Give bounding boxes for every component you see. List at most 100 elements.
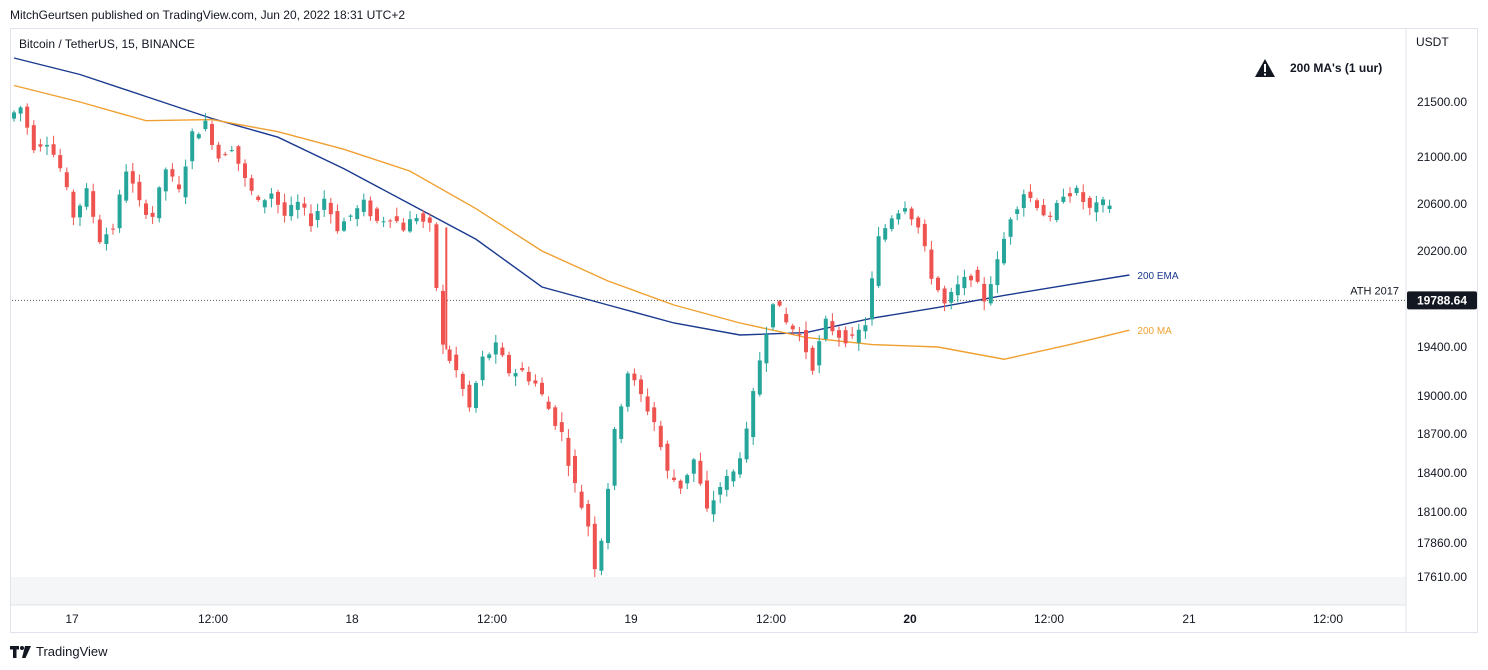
y-tick-label: 19000.00 [1417, 389, 1467, 403]
candle-body [625, 373, 630, 407]
x-tick-label: 21 [1182, 612, 1196, 626]
x-tick-label: 20 [903, 612, 917, 626]
candle-body [975, 269, 980, 282]
candle-body [691, 459, 696, 474]
candle-body [889, 218, 894, 229]
candle-body [144, 203, 148, 215]
candle-body [619, 406, 624, 439]
chart-bottom-band [11, 577, 1406, 605]
candle-body [295, 201, 300, 210]
candle-body [665, 443, 670, 471]
candle-body [157, 187, 162, 219]
candle-body [520, 368, 525, 371]
candle-body [104, 234, 109, 245]
candle-body [348, 215, 353, 217]
tradingview-logo-icon [10, 645, 31, 658]
candle-body [698, 460, 703, 484]
candle-body [1008, 219, 1013, 237]
candle-body [513, 373, 518, 377]
y-tick-label: 18700.00 [1417, 427, 1467, 441]
candle-body [843, 330, 848, 344]
candle-body [315, 211, 320, 221]
candle-body [916, 217, 921, 228]
candle-body [38, 144, 43, 147]
indicator-label: 200 MA [1137, 326, 1172, 337]
candle-body [573, 455, 577, 484]
candle-body [276, 191, 280, 205]
candle-body [18, 107, 23, 114]
candle-body [1035, 200, 1039, 208]
candle-body [757, 360, 762, 395]
candle-body [256, 196, 261, 200]
candle-body [427, 217, 432, 223]
y-tick-label: 21000.00 [1417, 150, 1467, 164]
candle-body [401, 222, 406, 231]
candle-body [236, 146, 241, 164]
indicator-line [13, 84, 1130, 360]
candle-body [322, 198, 327, 210]
candle-body [190, 131, 195, 162]
candle-body [645, 396, 650, 412]
candle-body [784, 313, 789, 323]
candle-body [810, 347, 815, 371]
candle-body [243, 163, 247, 178]
y-tick-label: 17860.00 [1417, 536, 1467, 550]
candle-body [995, 259, 1000, 286]
ath-price-label: 19788.64 [1417, 293, 1467, 307]
candle-body [566, 437, 571, 466]
candle-body [328, 202, 333, 215]
candle-body [1068, 193, 1072, 197]
candle-body [969, 275, 973, 281]
candle-body [942, 288, 947, 304]
candle-body [45, 144, 49, 147]
candle-body [988, 284, 993, 304]
y-tick-label: 19400.00 [1417, 340, 1467, 354]
candle-body [447, 349, 452, 361]
candle-body [216, 144, 221, 159]
candle-body [586, 503, 591, 527]
tradingview-footer: TradingView [10, 644, 108, 659]
x-tick-label: 12:00 [198, 612, 228, 626]
candle-body [724, 476, 729, 490]
candle-body [210, 124, 214, 145]
price-chart[interactable]: USDT 21500.00 21000.00 20600.00 20200.00 1940… [0, 0, 1488, 670]
candle-body [764, 334, 769, 364]
candle-body [1074, 187, 1079, 193]
candle-body [1041, 205, 1046, 216]
candle-body [1081, 192, 1086, 202]
candle-body [1061, 196, 1066, 202]
candle-body [685, 475, 690, 484]
candle-body [309, 213, 313, 227]
candle-body [903, 208, 907, 212]
candle-body [269, 193, 274, 199]
candle-body [817, 341, 822, 366]
candle-body [658, 425, 663, 448]
x-tick-label: 17 [65, 612, 79, 626]
candle-body [909, 208, 914, 220]
candle-body [1002, 238, 1006, 264]
candle-body [12, 112, 16, 119]
candle-body [705, 480, 709, 509]
candle-body [64, 172, 69, 188]
candle-body [130, 171, 135, 184]
candle-body [632, 373, 637, 381]
candle-body [507, 354, 511, 374]
candle-body [78, 205, 82, 218]
candle-body [823, 318, 828, 339]
candle-body [117, 194, 122, 229]
candle-body [546, 401, 551, 409]
candle-body [467, 384, 472, 408]
candle-body [639, 379, 643, 395]
candle-body [460, 373, 465, 389]
candle-body [375, 208, 379, 221]
candle-body [955, 284, 960, 296]
candle-body [850, 334, 855, 336]
candle-body [599, 540, 604, 571]
candle-body [672, 477, 676, 481]
candle-body [124, 171, 129, 201]
candle-body [97, 219, 102, 243]
indicator-label: 200 EMA [1137, 271, 1178, 282]
candle-body [388, 220, 393, 222]
candle-body [170, 169, 175, 177]
candle-body [1054, 202, 1059, 220]
